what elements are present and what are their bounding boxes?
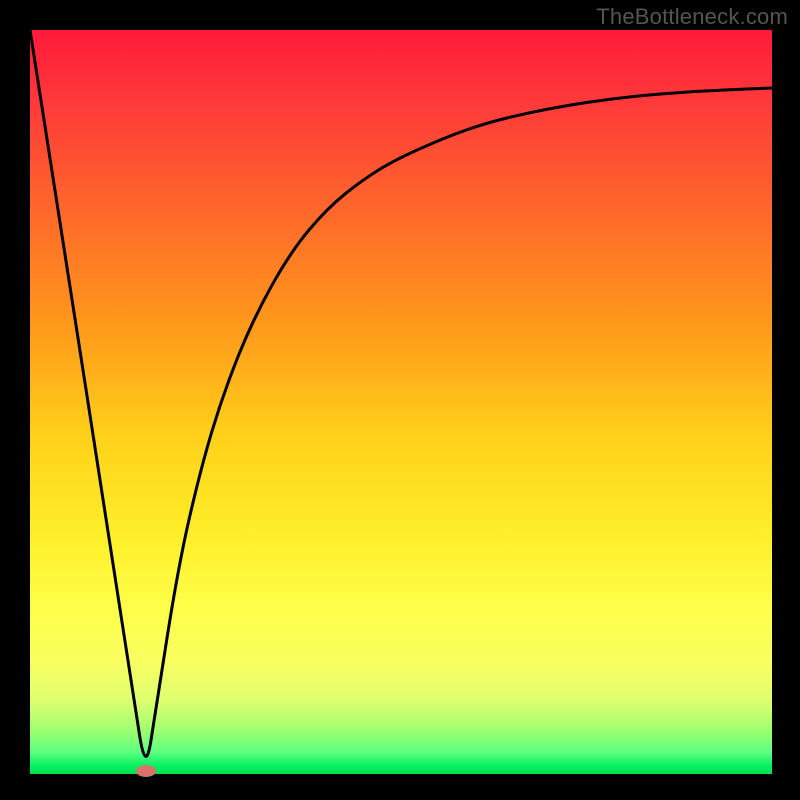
watermark-label: TheBottleneck.com — [596, 4, 788, 30]
optimal-point-marker — [136, 765, 156, 777]
curve-path — [30, 30, 772, 756]
chart-container: TheBottleneck.com — [0, 0, 800, 800]
bottleneck-curve — [30, 30, 772, 774]
plot-area — [30, 30, 772, 774]
